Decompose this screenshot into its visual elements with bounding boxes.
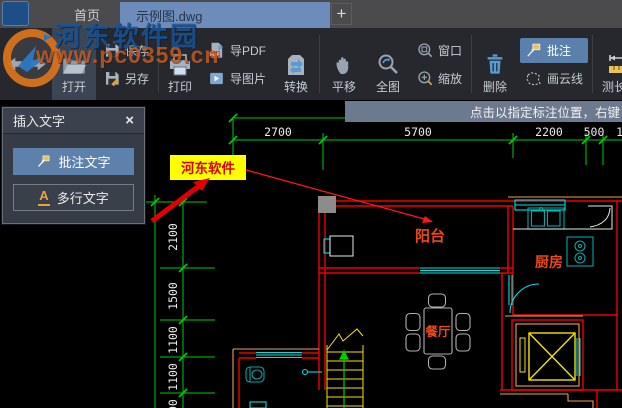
leader-arrow: [245, 169, 433, 223]
svg-text:500: 500: [584, 125, 605, 139]
panel-header[interactable]: 插入文字 ×: [3, 108, 144, 134]
tab-bar: 首页 示例图.dwg +: [0, 0, 622, 29]
ruler-icon: [609, 55, 622, 73]
window-zoom-button[interactable]: 窗口: [412, 38, 467, 63]
status-hint-text: 点击以指定标注位置，右键: [469, 106, 620, 120]
print-button[interactable]: 打印: [160, 28, 200, 100]
toilet: [245, 366, 265, 383]
multiline-text-icon: A: [38, 189, 50, 206]
insert-text-panel: 插入文字 × 批注文字 A 多行文字: [1, 106, 146, 225]
annotation-text-button[interactable]: 批注文字: [13, 148, 134, 175]
app-menu-button[interactable]: [2, 1, 29, 26]
zoom-extents-icon: [378, 54, 398, 74]
elevator-shaft: [519, 332, 576, 381]
save-as-button[interactable]: 另存: [99, 66, 154, 91]
annotation-text-icon: [38, 155, 50, 167]
zoom-scale-icon: [418, 71, 433, 86]
toolbar-lead: [0, 28, 52, 100]
save-icon: [106, 44, 119, 57]
tab-home[interactable]: 首页: [58, 0, 116, 28]
back-arrow-icon[interactable]: [5, 56, 24, 72]
open-button[interactable]: 打开: [52, 28, 96, 100]
export-image-button[interactable]: 导图片: [203, 66, 271, 91]
highlight-annotation[interactable]: 河东软件: [150, 155, 433, 224]
new-tab-button[interactable]: +: [331, 3, 352, 25]
image-export-icon: [210, 72, 223, 84]
dimension-labels-left: 2100 1500 1100 1100 1500: [166, 223, 180, 408]
svg-text:1500: 1500: [166, 399, 180, 408]
toolbar-separator: [158, 35, 160, 93]
delete-button[interactable]: 删除: [473, 28, 517, 100]
measure-length-button[interactable]: 测长度: [594, 28, 622, 100]
panel-title: 插入文字: [13, 114, 66, 129]
toolbar-separator: [319, 35, 321, 93]
svg-text:PDF: PDF: [210, 51, 220, 57]
status-hint-bar: 点击以指定标注位置，右键: [345, 101, 622, 122]
svg-text:1100: 1100: [166, 363, 180, 391]
forward-arrow-icon[interactable]: [29, 56, 48, 72]
dimension-chain-left: [146, 195, 215, 408]
trash-icon: [487, 54, 503, 74]
room-labels: 阳台 厨房 餐厅: [415, 227, 563, 339]
full-view-button[interactable]: 全图: [367, 28, 409, 100]
svg-text:2700: 2700: [264, 125, 292, 139]
room-label-dining: 餐厅: [424, 324, 451, 339]
stairs: [326, 328, 364, 408]
hand-icon: [336, 57, 349, 74]
annotate-button[interactable]: 批注: [520, 37, 589, 63]
cloud-line-button[interactable]: 画云线: [520, 66, 588, 91]
multiline-text-button[interactable]: A 多行文字: [13, 184, 134, 211]
toolbar-separator: [592, 35, 594, 93]
save-button[interactable]: 保存: [99, 38, 154, 63]
pdf-icon: PDF: [209, 42, 223, 57]
export-group: PDF 导PDF 导图片: [200, 28, 274, 100]
svg-text:2200: 2200: [535, 125, 563, 139]
highlight-label: 河东软件: [181, 160, 235, 177]
tab-document[interactable]: 示例图.dwg: [120, 2, 330, 28]
open-folder-icon: [63, 58, 86, 74]
svg-text:1500: 1500: [166, 282, 180, 310]
pan-button[interactable]: 平移: [321, 28, 367, 100]
convert-button[interactable]: 转换: [274, 28, 318, 100]
room-label-balcony: 阳台: [415, 227, 445, 245]
convert-arrows-icon: [288, 55, 305, 75]
zoom-window-icon: [418, 43, 433, 58]
room-label-kitchen: 厨房: [535, 254, 563, 271]
svg-text:2100: 2100: [166, 223, 180, 251]
svg-text:5700: 5700: [404, 125, 432, 139]
zoom-group: 窗口 缩放: [409, 28, 470, 100]
application-window: 2700 5700 2200 500 1600: [0, 0, 622, 408]
toolbar-separator: [471, 35, 473, 93]
printer-icon: [170, 54, 191, 76]
kitchen-counter: [329, 205, 613, 257]
annotate-group: 批注 画云线: [517, 28, 591, 100]
toolbar: 打开 保存 另存 打印 PDF 导PDF 导图片 转换 平移 全图 窗口 缩放 …: [0, 28, 622, 100]
close-icon[interactable]: ×: [125, 113, 134, 128]
save-group: 保存 另存: [96, 28, 157, 100]
annotate-leader-icon: [527, 43, 541, 57]
save-as-icon: [106, 72, 119, 86]
thick-red-arrow: [150, 178, 210, 224]
export-pdf-button[interactable]: PDF 导PDF: [203, 38, 271, 63]
dimension-labels-top: 2700 5700 2200 500 1600: [264, 125, 622, 139]
svg-text:1600: 1600: [616, 125, 622, 139]
column: [318, 196, 336, 213]
revision-cloud-icon: [526, 71, 541, 85]
dimension-chain-top: [228, 113, 622, 178]
zoom-button[interactable]: 缩放: [412, 66, 467, 91]
svg-text:1100: 1100: [166, 326, 180, 354]
